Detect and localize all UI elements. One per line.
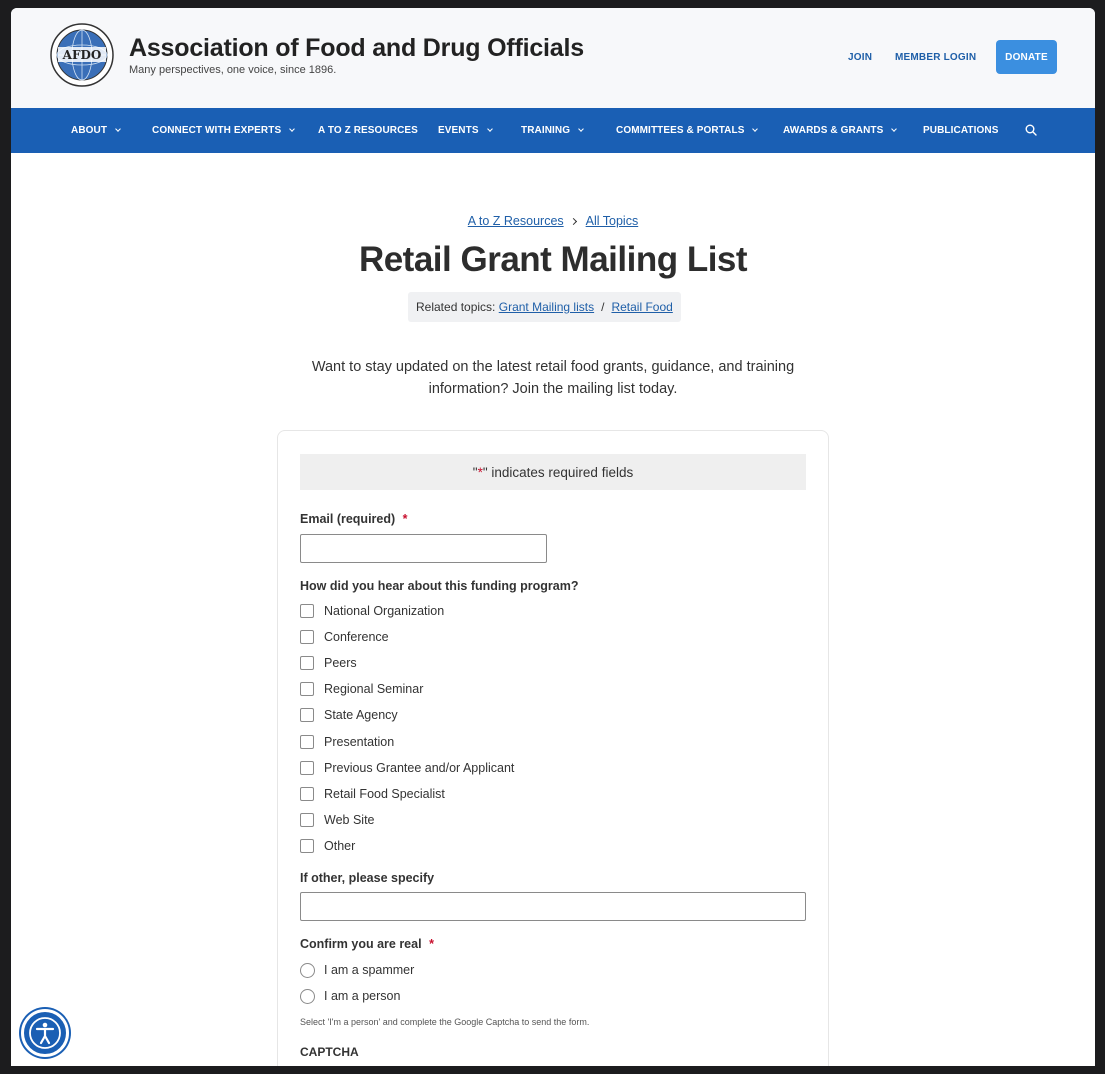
accessibility-button[interactable] (21, 1009, 69, 1057)
main-nav: ABOUT CONNECT WITH EXPERTS A TO Z RESOUR… (11, 108, 1095, 153)
nav-item-connect-with-experts[interactable]: CONNECT WITH EXPERTS (152, 108, 296, 153)
nav-item-label: PUBLICATIONS (923, 125, 999, 136)
checkbox-label: Retail Food Specialist (324, 787, 445, 801)
chevron-down-icon (289, 126, 296, 132)
checkbox-label: Presentation (324, 735, 395, 749)
logo-text: AFDO (62, 48, 102, 62)
breadcrumb: A to Z Resources All Topics (11, 214, 1095, 228)
chevron-down-icon (752, 126, 759, 132)
checkbox-previous-grantee[interactable]: Previous Grantee and/or Applicant (300, 760, 514, 776)
nav-item-awards-grants[interactable]: AWARDS & GRANTS (783, 108, 898, 153)
other-specify-label: If other, please specify (300, 871, 435, 885)
related-grant-mailing-lists-link[interactable]: Grant Mailing lists (499, 300, 594, 314)
checkbox-label: Conference (324, 630, 389, 644)
radio-spammer[interactable]: I am a spammer (300, 962, 414, 978)
search-icon[interactable] (1024, 123, 1038, 137)
checkbox-web-site[interactable]: Web Site (300, 812, 375, 828)
checkbox[interactable] (300, 682, 314, 696)
page-title: Retail Grant Mailing List (358, 240, 748, 279)
checkbox-peers[interactable]: Peers (300, 655, 357, 671)
chevron-right-icon (569, 217, 577, 226)
radio-button[interactable] (300, 988, 315, 1004)
checkbox[interactable] (300, 813, 314, 827)
site-name[interactable]: Association of Food and Drug Officials (129, 34, 584, 63)
member-login-link[interactable]: MEMBER LOGIN (895, 52, 976, 63)
checkbox[interactable] (300, 708, 314, 722)
checkbox[interactable] (300, 604, 314, 618)
checkbox[interactable] (300, 761, 314, 775)
site-header: AFDO Association of Food and Drug Offici… (11, 8, 1095, 108)
radio-label: I am a person (324, 989, 401, 1003)
checkbox-label: Previous Grantee and/or Applicant (324, 761, 515, 775)
checkbox[interactable] (300, 839, 314, 853)
confirm-real-text: Confirm you are real (300, 937, 422, 951)
chevron-down-icon (115, 126, 121, 132)
donate-button[interactable]: DONATE (996, 40, 1057, 74)
mailing-list-form: " * " indicates required fields Email (req… (277, 430, 829, 1066)
radio-button[interactable] (300, 962, 315, 978)
required-fields-text: indicates required fields (487, 464, 634, 480)
nav-item-committees-portals[interactable]: COMMITTEES & PORTALS (616, 108, 759, 153)
site-tagline: Many perspectives, one voice, since 1896… (129, 64, 337, 76)
chevron-down-icon (891, 126, 898, 132)
nav-item-label: A TO Z RESOURCES (318, 125, 418, 136)
captcha-hint: Select 'I'm a person' and complete the G… (300, 1017, 590, 1027)
nav-item-about[interactable]: ABOUT (71, 108, 121, 153)
related-separator: / (601, 300, 605, 314)
nav-item-label: EVENTS (438, 125, 479, 136)
checkbox-label: Web Site (324, 813, 375, 827)
related-topics: Related topics: Grant Mailing lists / Re… (408, 292, 681, 322)
required-star: * (402, 512, 408, 526)
checkbox[interactable] (300, 787, 314, 801)
join-link[interactable]: JOIN (848, 52, 872, 63)
required-fields-note: " * " indicates required fields (300, 454, 806, 490)
checkbox-other[interactable]: Other (300, 838, 355, 854)
checkbox-state-agency[interactable]: State Agency (300, 707, 398, 723)
checkbox-national-organization[interactable]: National Organization (300, 603, 444, 619)
checkbox-label: Peers (324, 656, 357, 670)
checkbox-conference[interactable]: Conference (300, 629, 389, 645)
checkbox-label: State Agency (324, 708, 398, 722)
checkbox-regional-seminar[interactable]: Regional Seminar (300, 681, 423, 697)
nav-item-label: TRAINING (521, 125, 571, 136)
nav-item-label: CONNECT WITH EXPERTS (152, 125, 282, 136)
intro-text: Want to stay updated on the latest retai… (311, 359, 795, 397)
nav-item-publications[interactable]: PUBLICATIONS (923, 108, 998, 153)
nav-item-label: AWARDS & GRANTS (783, 125, 884, 136)
other-specify-field[interactable] (300, 892, 806, 921)
nav-item-events[interactable]: EVENTS (438, 108, 493, 153)
confirm-real-label: Confirm you are real * (300, 937, 434, 951)
browser-window: AFDO Association of Food and Drug Offici… (11, 8, 1095, 1066)
breadcrumb-all-topics[interactable]: All Topics (586, 214, 639, 228)
email-field[interactable] (300, 534, 547, 563)
checkbox-retail-food-specialist[interactable]: Retail Food Specialist (300, 786, 445, 802)
email-label: Email (required) * (300, 512, 408, 526)
radio-person[interactable]: I am a person (300, 988, 400, 1004)
nav-item-a-to-z-resources[interactable]: A TO Z RESOURCES (318, 108, 418, 153)
radio-label: I am a spammer (324, 963, 415, 977)
checkbox-label: National Organization (324, 604, 445, 618)
globe-logo-icon[interactable]: AFDO (49, 22, 115, 88)
chevron-down-icon (578, 126, 584, 132)
nav-item-label: ABOUT (71, 125, 108, 136)
related-retail-food-link[interactable]: Retail Food (611, 300, 672, 314)
checkbox[interactable] (300, 656, 314, 670)
breadcrumb-a-to-z-resources[interactable]: A to Z Resources (468, 214, 564, 228)
nav-item-label: COMMITTEES & PORTALS (616, 125, 745, 136)
checkbox-label: Other (324, 839, 356, 853)
chevron-down-icon (486, 126, 493, 132)
email-label-text: Email (required) (300, 512, 396, 526)
checkbox[interactable] (300, 630, 314, 644)
checkbox-label: Regional Seminar (324, 682, 424, 696)
related-topics-label: Related topics: (416, 300, 496, 314)
captcha-label: CAPTCHA (300, 1045, 359, 1059)
accessibility-icon (29, 1017, 61, 1049)
hear-about-label: How did you hear about this funding prog… (300, 579, 579, 593)
required-star: * (429, 937, 434, 951)
nav-item-training[interactable]: TRAINING (521, 108, 584, 153)
checkbox[interactable] (300, 735, 314, 749)
checkbox-presentation[interactable]: Presentation (300, 734, 394, 750)
